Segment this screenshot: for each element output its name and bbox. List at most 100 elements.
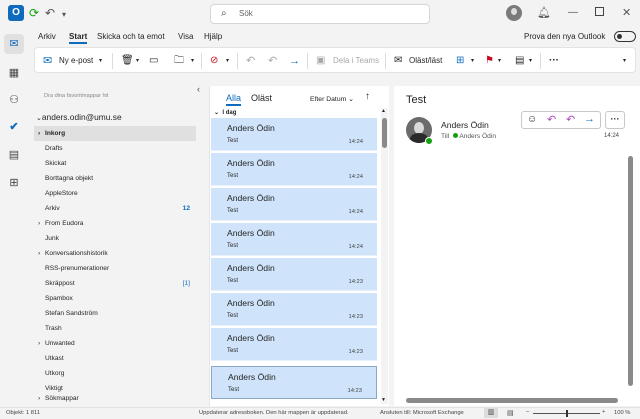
list-item[interactable]: Anders Ödin Test 14:23 — [211, 258, 377, 291]
normal-view-icon[interactable]: ▥ — [484, 408, 498, 418]
calendar-icon[interactable]: ▦ — [6, 65, 22, 81]
folder-item[interactable]: AppleStore — [34, 186, 196, 201]
folder-item[interactable]: › From Eudora — [34, 216, 196, 231]
tab-unread[interactable]: Oläst — [251, 93, 272, 103]
search-box[interactable]: ⌕ Sök — [210, 4, 430, 24]
folder-item[interactable]: Junk — [34, 231, 196, 246]
report-dropdown-icon[interactable]: ▾ — [226, 53, 229, 69]
clipboard-icon[interactable]: ▤ — [6, 147, 22, 163]
zoom-out-icon[interactable]: – — [526, 409, 529, 415]
folder-item[interactable]: › Unwanted — [34, 336, 196, 351]
rules-icon[interactable]: ▤ — [515, 53, 524, 69]
scrollbar-thumb[interactable] — [382, 118, 387, 148]
move-dropdown-icon[interactable]: ▾ — [191, 53, 194, 69]
list-item[interactable]: Anders Ödin Test 14:23 — [211, 293, 377, 326]
folder-item[interactable]: Skickat — [34, 156, 196, 171]
menu-skicka[interactable]: Skicka och ta emot — [97, 32, 165, 41]
folder-item[interactable]: Borttagna objekt — [34, 171, 196, 186]
close-icon[interactable]: ✕ — [622, 6, 631, 20]
list-scrollbar[interactable]: ▲ ▼ — [381, 108, 388, 404]
folder-expand-icon: › — [38, 130, 41, 137]
people-icon[interactable]: ⚇ — [6, 92, 22, 108]
tab-all[interactable]: Alla — [226, 93, 242, 106]
reader-vscrollbar[interactable] — [627, 148, 634, 398]
flag-dropdown-icon[interactable]: ▾ — [498, 53, 501, 69]
zoom-slider[interactable] — [533, 410, 600, 417]
folder-item[interactable]: Utkorg — [34, 366, 196, 381]
reply-all-icon[interactable]: ↶ — [566, 113, 575, 126]
bell-icon[interactable]: 🔔︎ — [537, 6, 551, 20]
folder-item[interactable]: Drafts — [34, 141, 196, 156]
sort-dropdown[interactable]: Efter Datum ⌄ — [310, 95, 354, 103]
emoji-icon[interactable]: ☺ — [527, 114, 537, 125]
new-outlook-toggle[interactable] — [614, 31, 636, 42]
folder-item[interactable]: Utkast — [34, 351, 196, 366]
menu-start[interactable]: Start — [69, 32, 88, 44]
menu-visa[interactable]: Visa — [178, 32, 193, 41]
folder-item[interactable]: › Konversationshistorik — [34, 246, 196, 261]
quick-access-dropdown-icon[interactable]: ▾ — [62, 8, 66, 22]
move-folder-icon[interactable]: 🗀 — [174, 53, 184, 69]
sync-icon[interactable]: ⟳ — [29, 6, 39, 20]
folder-item[interactable]: RSS-prenumerationer — [34, 261, 196, 276]
mail-icon[interactable]: ✉ — [4, 34, 24, 54]
delete-dropdown-icon[interactable]: ▾ — [136, 53, 139, 69]
apps-icon[interactable]: ⊞ — [6, 175, 22, 191]
ribbon-collapse-icon[interactable]: ▾ — [623, 53, 626, 69]
sender-name[interactable]: Anders Ödin — [441, 120, 489, 130]
read-unread-button[interactable]: Oläst/läst — [409, 53, 442, 69]
undo-icon[interactable]: ↶ — [45, 6, 55, 20]
tasks-icon[interactable]: ✔ — [6, 119, 22, 135]
list-item[interactable]: Anders Ödin Test 14:24 — [211, 118, 377, 151]
list-item[interactable]: Anders Ödin Test 14:24 — [211, 223, 377, 256]
item-count: Objekt: 1 811 — [6, 410, 41, 416]
reply-icon[interactable]: ↶ — [547, 113, 556, 126]
folder-item[interactable]: Spambox — [34, 291, 196, 306]
report-icon[interactable]: ⊘ — [210, 53, 218, 69]
menu-hjalp[interactable]: Hjälp — [204, 32, 222, 41]
folder-item[interactable]: Trash — [34, 321, 196, 336]
reader-hscrollbar[interactable] — [400, 397, 624, 404]
maximize-icon[interactable] — [595, 7, 604, 16]
collapse-pane-icon[interactable]: ‹ — [197, 84, 200, 94]
forward-icon[interactable]: → — [584, 113, 595, 125]
list-item[interactable]: Anders Ödin Test 14:24 — [211, 153, 377, 186]
rules-dropdown-icon[interactable]: ▾ — [529, 53, 532, 69]
delete-icon[interactable]: 🗑︎ — [121, 53, 134, 69]
zoom-in-icon[interactable]: + — [602, 409, 605, 415]
reader-hscroll-thumb[interactable] — [406, 398, 618, 403]
scroll-up-icon[interactable]: ▲ — [381, 108, 386, 114]
menu-arkiv[interactable]: Arkiv — [38, 32, 56, 41]
more-actions-button[interactable]: ··· — [605, 111, 625, 129]
zoom-slider-thumb[interactable] — [566, 410, 568, 417]
folder-item[interactable]: Stefan Sandström — [34, 306, 196, 321]
archive-icon[interactable]: ▭ — [149, 53, 158, 69]
list-item[interactable]: Anders Ödin Test 14:24 — [211, 188, 377, 221]
categorize-dropdown-icon[interactable]: ▾ — [471, 53, 474, 69]
new-email-button[interactable]: Ny e-post — [59, 53, 93, 69]
reading-view-icon[interactable]: ▤ — [507, 409, 514, 417]
reply-icon[interactable]: ↶ — [246, 53, 255, 69]
forward-icon[interactable]: → — [289, 53, 300, 69]
share-teams-button[interactable]: Dela i Teams — [333, 53, 379, 69]
sort-direction-icon[interactable]: ↑ — [365, 91, 370, 102]
flag-icon[interactable]: ⚑ — [485, 53, 494, 69]
more-options-icon[interactable]: ··· — [549, 53, 559, 69]
zoom-level: 100 % — [614, 410, 631, 416]
account-name[interactable]: ⌄anders.odin@umu.se — [36, 112, 122, 122]
categorize-icon[interactable]: ⊞ — [456, 53, 464, 69]
scroll-down-icon[interactable]: ▼ — [381, 397, 386, 403]
list-item[interactable]: Anders Ödin Test 14:23 — [211, 366, 377, 399]
folder-item[interactable]: › Inkorg — [34, 126, 196, 141]
reply-all-icon[interactable]: ↶ — [268, 53, 277, 69]
reader-scroll-thumb[interactable] — [628, 156, 633, 386]
new-email-dropdown-icon[interactable]: ▾ — [99, 53, 102, 69]
folder-expand-icon: › — [38, 395, 41, 402]
list-item[interactable]: Anders Ödin Test 14:23 — [211, 328, 377, 361]
folder-item[interactable]: › Sökmappar — [34, 391, 196, 406]
group-header[interactable]: ⌄ I dag — [210, 108, 376, 118]
user-avatar[interactable] — [506, 5, 522, 21]
folder-item[interactable]: Arkiv 12 — [34, 201, 196, 216]
minimize-icon[interactable]: — — [568, 6, 578, 20]
folder-item[interactable]: Skräppost [1] — [34, 276, 196, 291]
